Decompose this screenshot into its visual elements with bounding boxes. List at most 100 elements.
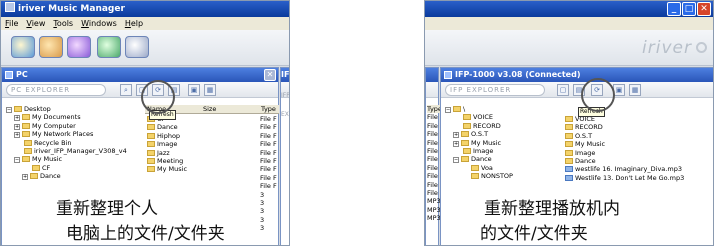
type-cell: File F	[260, 182, 277, 191]
list-item[interactable]: RECORD	[565, 123, 713, 131]
tool-button-1[interactable]	[11, 36, 35, 58]
type-cell: File F	[427, 130, 440, 139]
type-cell: MP3	[427, 205, 440, 214]
tool-button-4[interactable]	[97, 36, 121, 58]
pc-panel-partial: Type File F File F File F File F File F …	[425, 67, 440, 245]
ifp-explorer-screenshot: _ □ ✕ iriver Type File F File F File F F…	[424, 0, 714, 246]
menu-windows[interactable]: Windows	[81, 17, 117, 30]
tree-item[interactable]: − Dance	[445, 155, 535, 164]
maximize-icon[interactable]: □	[682, 2, 696, 16]
type-cell: File F	[427, 172, 440, 181]
ifp-panel-partial: IFP-1000 IFP EXPLORER	[280, 67, 289, 245]
menu-view[interactable]: View	[26, 17, 45, 30]
player-icon	[444, 71, 452, 79]
folder-icon	[463, 114, 471, 121]
menu-tools[interactable]: Tools	[53, 17, 73, 30]
tree-item[interactable]: Image	[445, 147, 535, 155]
minimize-icon[interactable]: _	[667, 2, 681, 16]
folder-icon	[14, 106, 22, 112]
tree-item[interactable]: CF	[6, 164, 128, 172]
list-item[interactable]: Jazz	[147, 149, 199, 157]
folder-icon	[565, 141, 573, 148]
type-cell: File F	[427, 180, 440, 189]
app-icon	[5, 2, 15, 12]
tree-item[interactable]: iriver_IFP_Manager_V308_v4	[6, 147, 128, 155]
list-item[interactable]: O.S.T	[565, 132, 713, 140]
pc-explorer-bar: PC EXPLORER ⌕ ▢ ⟳ ▤ ▣ ▦	[2, 82, 278, 98]
tree-item[interactable]: Recycle Bin	[6, 139, 128, 147]
view-icon[interactable]: ▦	[204, 84, 216, 96]
tree-item[interactable]: VOICE	[445, 113, 535, 121]
list-item[interactable]: Dance	[147, 123, 199, 131]
caption-line-1: 重新整理播放机内	[481, 199, 623, 220]
tree-item[interactable]: + O.S.T	[445, 130, 535, 139]
new-folder-icon[interactable]: ▢	[557, 84, 569, 96]
ifp-explorer-partial-bar: IFP EXPLORER	[281, 82, 289, 118]
folder-icon	[461, 131, 469, 138]
tree-item[interactable]: − My Music	[6, 155, 128, 164]
app-title-bar: _ □ ✕	[425, 1, 713, 17]
view-icon[interactable]: ▦	[629, 84, 641, 96]
close-icon[interactable]: ✕	[697, 2, 711, 16]
folder-icon	[147, 124, 155, 131]
tree-item[interactable]: RECORD	[445, 122, 535, 130]
list-item[interactable]: Westlife 13. Don't Let Me Go.mp3	[565, 174, 713, 182]
caption-line-1: 重新整理个人	[53, 199, 161, 220]
pc-explorer-partial-bar	[426, 82, 438, 98]
folder-icon	[30, 173, 38, 180]
type-cell: 3	[260, 207, 265, 216]
tree-item[interactable]: Voa	[445, 164, 535, 172]
menu-help[interactable]: Help	[125, 17, 143, 30]
ifp-panel-title: IFP-1000 v3.08 (Connected)	[455, 70, 581, 79]
menu-file[interactable]: File	[5, 17, 18, 30]
pc-explorer-screenshot: iriver Music Manager File View Tools Win…	[0, 0, 290, 246]
tree-item[interactable]: + My Network Places	[6, 130, 128, 139]
type-cell: File F	[427, 113, 440, 122]
pc-explorer-label: PC EXPLORER	[6, 84, 106, 96]
folder-icon	[565, 157, 573, 164]
pc-panel-partial-header	[426, 68, 438, 82]
pc-file-list: CF Dance Hiphop Image Jazz Meeting My Mu…	[147, 115, 199, 187]
refresh-highlight-circle	[581, 78, 615, 112]
list-item[interactable]: westlife 16. Imaginary_Diva.mp3	[565, 165, 713, 173]
type-header[interactable]: Type	[427, 105, 440, 114]
list-item[interactable]: My Music	[565, 140, 713, 148]
type-cell: 3	[260, 198, 265, 207]
type-cell: File F	[260, 148, 277, 157]
tree-item[interactable]: NONSTOP	[445, 172, 535, 180]
folder-icon	[147, 149, 155, 156]
type-cell: MP3	[427, 197, 440, 206]
music-file-icon	[565, 174, 573, 181]
tool-button-5[interactable]	[125, 36, 149, 58]
column-size[interactable]: Size	[201, 105, 259, 114]
app-title: iriver Music Manager	[18, 4, 125, 14]
column-type[interactable]: Type	[259, 105, 279, 114]
menu-bar	[425, 17, 713, 30]
type-cell: File F	[427, 146, 440, 155]
tree-item[interactable]: + My Music	[445, 139, 535, 147]
type-cell: 3	[260, 190, 265, 199]
list-item[interactable]: Image	[565, 149, 713, 157]
tool-button-3[interactable]	[67, 36, 91, 58]
list-item[interactable]: Dance	[565, 157, 713, 165]
properties-icon[interactable]: ▣	[188, 84, 200, 96]
type-cell: 3	[260, 224, 265, 233]
ifp-explorer-bar: IFP EXPLORER ▢ ▤ ⟳ ▣ ▦	[441, 82, 713, 98]
ifp-panel-header: IFP-1000 v3.08 (Connected)	[441, 68, 713, 82]
tree-item[interactable]: + My Computer	[6, 122, 128, 130]
search-icon[interactable]: ⌕	[120, 84, 132, 96]
pc-icon	[5, 71, 13, 79]
list-item[interactable]: Meeting	[147, 157, 199, 165]
tree-item[interactable]: − \	[445, 105, 535, 113]
pc-panel-close-icon[interactable]: ✕	[264, 69, 276, 81]
main-toolbar	[1, 30, 289, 66]
tree-item[interactable]: + My Documents	[6, 113, 128, 122]
tool-button-2[interactable]	[39, 36, 63, 58]
list-item[interactable]: My Music	[147, 165, 199, 173]
folder-icon	[147, 141, 155, 148]
list-item[interactable]: Image	[147, 140, 199, 148]
tree-item[interactable]: + Dance	[6, 172, 128, 181]
list-item[interactable]: Hiphop	[147, 132, 199, 140]
pc-panel-header: PC ✕	[2, 68, 278, 82]
tree-item[interactable]: − Desktop	[6, 105, 128, 113]
